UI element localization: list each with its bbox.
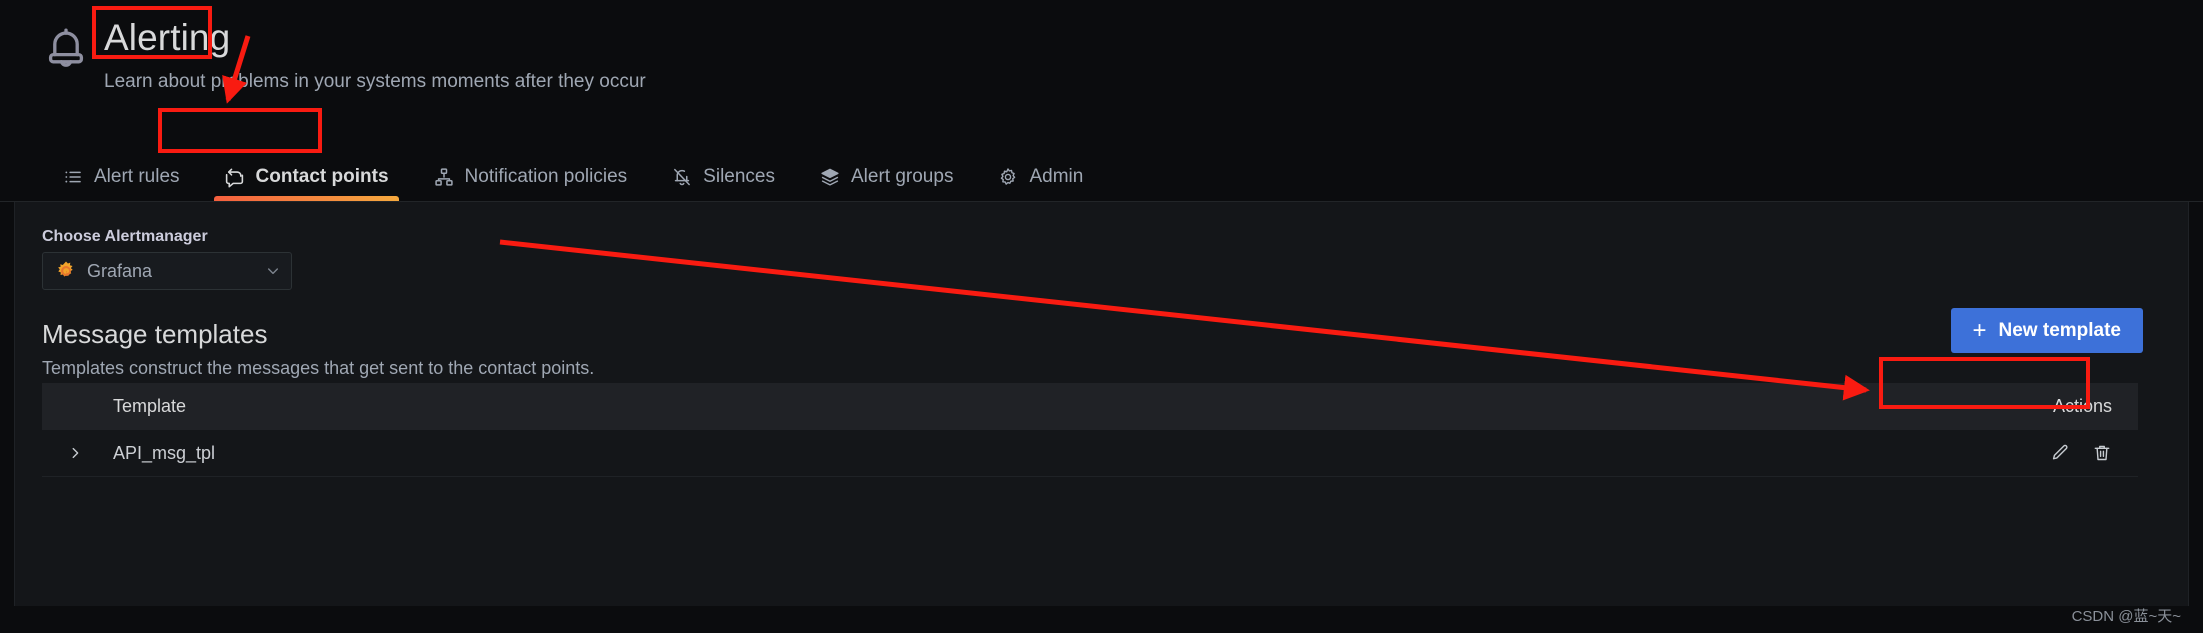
tab-label: Silences	[703, 166, 775, 187]
sitemap-icon	[433, 166, 455, 188]
tab-contact-points[interactable]: Contact points	[208, 153, 405, 201]
content-panel: Choose Alertmanager Grafana Message temp…	[14, 202, 2189, 606]
pencil-icon[interactable]	[2050, 443, 2070, 463]
chevron-down-icon[interactable]	[265, 263, 281, 279]
row-template-name: API_msg_tpl	[113, 442, 216, 463]
cog-icon	[997, 166, 1019, 188]
tab-alert-rules[interactable]: Alert rules	[62, 153, 196, 201]
row-expand-toggle[interactable]	[42, 446, 108, 460]
alertmanager-label: Choose Alertmanager	[42, 228, 208, 245]
table-row[interactable]: API_msg_tpl	[42, 430, 2138, 477]
table-header-template: Template	[113, 396, 187, 416]
tab-label: Admin	[1029, 166, 1084, 187]
row-actions	[1988, 443, 2138, 463]
table-header-row: Template Actions	[42, 383, 2138, 430]
plus-icon: +	[1972, 316, 1987, 344]
tab-admin[interactable]: Admin	[981, 153, 1099, 201]
watermark: CSDN @蓝~天~	[2071, 608, 2181, 625]
message-templates-title: Message templates	[42, 319, 268, 349]
comment-share-icon	[224, 166, 246, 188]
tab-label: Alert groups	[851, 166, 954, 187]
tab-label: Notification policies	[464, 166, 628, 187]
tab-silences[interactable]: Silences	[655, 153, 791, 201]
bell-icon	[38, 16, 94, 82]
page-header: Alerting Learn about problems in your sy…	[0, 0, 2203, 158]
table-header-actions: Actions	[2052, 396, 2112, 416]
alertmanager-select[interactable]: Grafana	[42, 252, 292, 290]
chevron-right-icon[interactable]	[68, 446, 82, 460]
page-subtitle: Learn about problems in your systems mom…	[104, 71, 646, 92]
tab-label: Contact points	[255, 166, 389, 187]
templates-table: Template Actions API_msg_tpl	[42, 383, 2138, 477]
grafana-logo-icon	[55, 260, 77, 282]
layer-group-icon	[819, 166, 841, 188]
message-templates-description: Templates construct the messages that ge…	[42, 358, 595, 378]
alertmanager-value: Grafana	[87, 260, 153, 281]
tab-bar: Alert rules Contact points Notification …	[0, 152, 2203, 202]
new-template-button[interactable]: + New template	[1950, 308, 2143, 353]
alerting-page: Alerting Learn about problems in your sy…	[0, 0, 2203, 633]
list-ul-icon	[62, 166, 84, 188]
new-template-button-label: New template	[1998, 319, 2121, 341]
bell-slash-icon	[671, 166, 693, 188]
trash-icon[interactable]	[2092, 443, 2112, 463]
page-title: Alerting	[104, 17, 231, 58]
tab-label: Alert rules	[94, 166, 180, 187]
tab-alert-groups[interactable]: Alert groups	[803, 153, 969, 201]
tab-notification-policies[interactable]: Notification policies	[417, 153, 644, 201]
